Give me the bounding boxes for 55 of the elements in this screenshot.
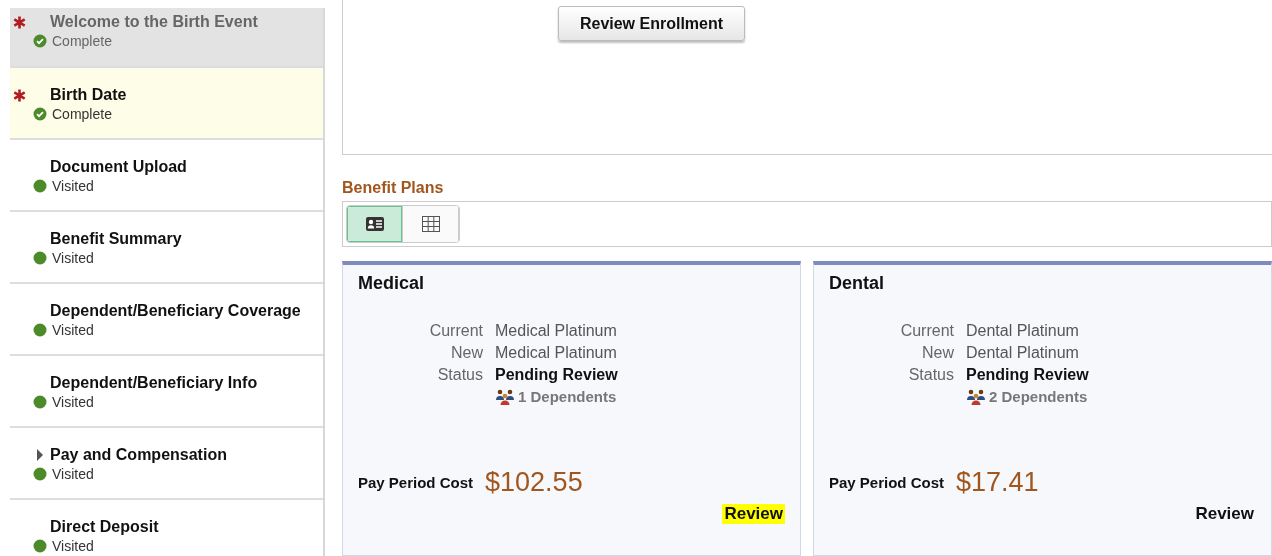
- step-status: Visited: [52, 466, 94, 482]
- grid-view-icon: [421, 216, 440, 232]
- field-value: Dental Platinum: [966, 322, 1080, 340]
- field-label: Status: [436, 366, 483, 384]
- field-value: Pending Review: [495, 366, 619, 384]
- view-toggle[interactable]: [347, 206, 403, 242]
- step-status: Visited: [52, 250, 94, 266]
- step-status: Visited: [52, 178, 94, 194]
- plan-title: Medical: [358, 273, 426, 294]
- step-status: Visited: [52, 538, 94, 554]
- step-status: Visited: [52, 394, 94, 410]
- field-label: Current: [899, 322, 954, 340]
- people-icon: [966, 388, 986, 405]
- step-status: Complete: [52, 33, 112, 49]
- cost-amount: $17.41: [956, 467, 1039, 498]
- people-icon: [495, 388, 515, 405]
- section-heading: Benefit Plans: [342, 179, 445, 197]
- status-dot-icon: [33, 323, 47, 337]
- field-label: Status: [907, 366, 954, 384]
- cost-label: Pay Period Cost: [829, 474, 945, 491]
- check-circle-icon: [33, 107, 47, 121]
- step-title: Birth Date: [50, 85, 128, 105]
- step-title: Dependent/Beneficiary Coverage: [50, 301, 302, 321]
- step-title: Pay and Compensation: [50, 445, 228, 465]
- status-dot-icon: [33, 251, 47, 265]
- field-value: Medical Platinum: [495, 344, 618, 362]
- field-label: Current: [428, 322, 483, 340]
- cost-amount: $102.55: [485, 467, 583, 498]
- step-title: Direct Deposit: [50, 517, 160, 537]
- dependents-link[interactable]: 1 Dependents: [495, 388, 617, 405]
- step-title: Document Upload: [50, 157, 188, 177]
- review-link[interactable]: Review: [1193, 504, 1256, 524]
- review-enrollment-button[interactable]: Review Enrollment: [558, 6, 745, 41]
- status-dot-icon: [33, 179, 47, 193]
- status-dot-icon: [33, 539, 47, 553]
- sidebar-item[interactable]: Birth Date Complete: [10, 68, 323, 140]
- step-title: Welcome to the Birth Event: [50, 12, 259, 32]
- status-dot-icon: [33, 467, 47, 481]
- step-status: Complete: [52, 106, 112, 122]
- dependents-link[interactable]: 2 Dependents: [966, 388, 1088, 405]
- review-link[interactable]: Review: [722, 504, 785, 524]
- expand-triangle-icon[interactable]: [36, 449, 44, 461]
- field-value: Pending Review: [966, 366, 1090, 384]
- cost-label: Pay Period Cost: [358, 474, 474, 491]
- step-title: Dependent/Beneficiary Info: [50, 373, 259, 393]
- status-dot-icon: [33, 395, 47, 409]
- step-title: Benefit Summary: [50, 229, 183, 249]
- plan-title: Dental: [829, 273, 885, 294]
- field-label: New: [450, 344, 483, 362]
- check-circle-icon: [33, 34, 47, 48]
- step-status: Visited: [52, 322, 94, 338]
- card-view-icon: [365, 217, 384, 231]
- field-label: New: [921, 344, 954, 362]
- field-value: Dental Platinum: [966, 344, 1080, 362]
- field-value: Medical Platinum: [495, 322, 618, 340]
